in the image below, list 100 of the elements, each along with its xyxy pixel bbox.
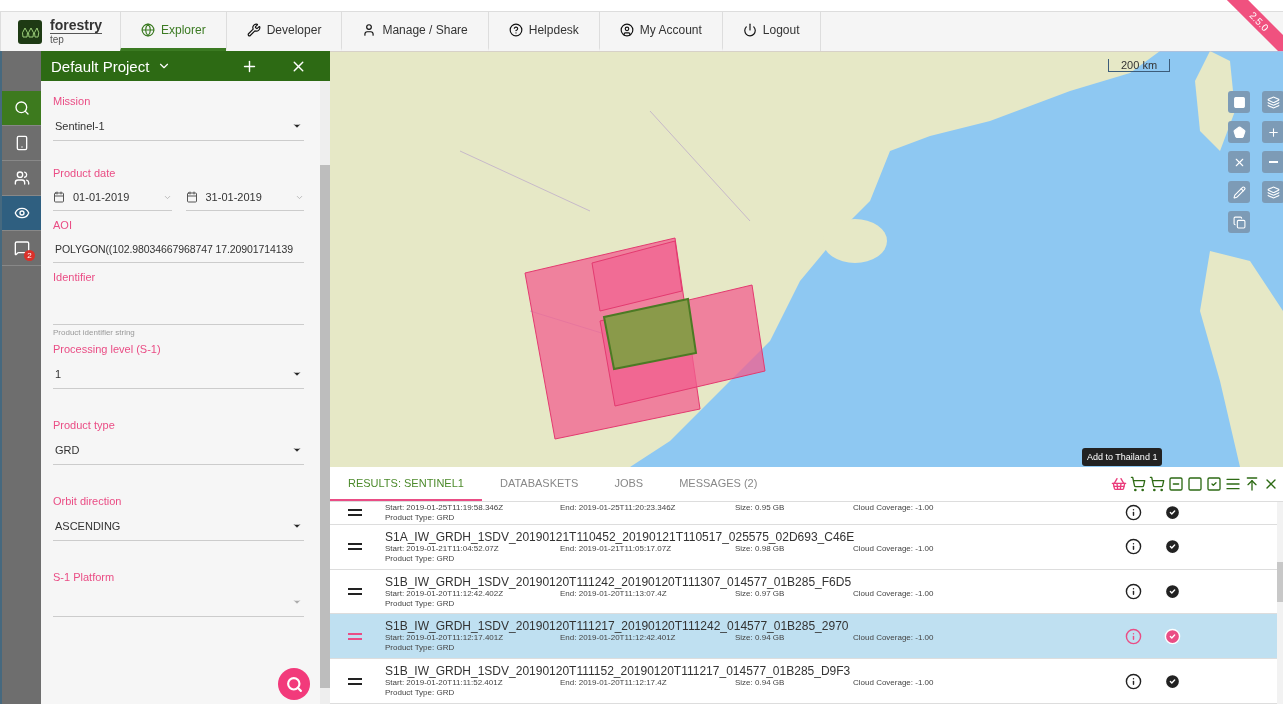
field-label: Product type: [53, 419, 116, 431]
minus-square-icon: [1168, 476, 1184, 492]
file-size: Size: 0.98 GB: [735, 543, 785, 554]
file-size: Size: 0.94 GB: [735, 678, 786, 689]
check-icon[interactable]: [1164, 627, 1181, 645]
map-tool-button[interactable]: [1262, 181, 1283, 203]
field-label: Identifier: [53, 271, 97, 283]
cart-add-button[interactable]: [1149, 476, 1165, 492]
end-time: End: 2019-01-21T11:05:17.07Z: [560, 543, 672, 554]
start-time: Start: 2019-01-21T11:04:52.07Z: [385, 543, 499, 554]
arrow-up-icon: [1244, 476, 1260, 492]
drag-handle-icon[interactable]: [348, 677, 362, 685]
nav-tab[interactable]: My Account: [598, 12, 722, 51]
check-icon[interactable]: [1164, 538, 1181, 556]
lines-icon: [1225, 476, 1241, 492]
info-icon[interactable]: [1125, 504, 1142, 522]
list-button[interactable]: [1225, 476, 1241, 492]
square-icon: [1187, 476, 1203, 492]
rail-button[interactable]: [2, 196, 41, 231]
layers-icon: [1266, 95, 1280, 109]
map-tool-button[interactable]: [1228, 121, 1250, 143]
drag-handle-icon[interactable]: [348, 509, 362, 517]
start-time: Start: 2019-01-25T11:19:58.346Z: [385, 502, 505, 513]
results-tab[interactable]: JOBS: [596, 467, 662, 501]
info-icon[interactable]: [1125, 583, 1142, 601]
caret-icon: [292, 521, 302, 531]
select-field[interactable]: ASCENDING: [53, 515, 304, 541]
result-row[interactable]: S1B_IW_GRDH_1SDV_20190120T111217_20190120T111242_014577_01B285_2970 Start: 2019-01-20T11:12:17.401Z End: 2019-01-20T11:12:42.401Z Size: 0.94 GB Cloud Coverage: -1.00 Product Type: GRD: [330, 614, 1277, 660]
text-field[interactable]: POLYGON((102.98034667968747 17.20901714139: [53, 239, 304, 263]
select-field[interactable]: Sentinel-1: [53, 115, 304, 141]
field-label: Product date: [53, 167, 117, 179]
project-title: Default Project: [51, 57, 150, 75]
end-time: End: 2019-01-20T11:13:07.4Z: [560, 588, 667, 599]
deselect-button[interactable]: [1168, 476, 1184, 492]
select-field[interactable]: GRD: [53, 439, 304, 465]
field-label: Orbit direction: [53, 495, 123, 507]
product-title: S1B_IW_GRDH_1SDV_20190120T111217_20190120T111242_014577_01B285_2970: [385, 619, 850, 634]
account-icon: [619, 23, 634, 37]
help-icon: [508, 23, 523, 37]
map-tool-button[interactable]: [1228, 181, 1250, 203]
scrollbar[interactable]: [320, 81, 330, 704]
footprints-drawing[interactable]: [524, 237, 766, 440]
nav-tab[interactable]: Manage / Share: [341, 12, 488, 51]
logo-subtitle: tep: [50, 35, 65, 45]
product-type: Product Type: GRD: [385, 553, 456, 564]
checked-square-icon: [1206, 476, 1222, 492]
info-icon[interactable]: [1125, 672, 1142, 690]
end-time: End: 2019-01-20T11:12:17.4Z: [560, 678, 668, 689]
cart-icon: [1149, 476, 1165, 492]
search-icon: [13, 100, 30, 116]
check-icon[interactable]: [1164, 583, 1181, 601]
file-size: Size: 0.97 GB: [735, 588, 785, 599]
start-time: Start: 2019-01-20T11:11:52.401Z: [385, 678, 504, 689]
map-tool-button[interactable]: [1228, 91, 1250, 113]
result-row[interactable]: Start: 2019-01-25T11:19:58.346Z End: 2019-01-25T11:20:23.346Z Size: 0.95 GB Cloud Coverage: -1.00 Product Type: GRD: [330, 502, 1277, 525]
globe-icon: [141, 23, 155, 37]
cloud-coverage: Cloud Coverage: -1.00: [853, 543, 935, 554]
logo-name: forestry: [50, 18, 103, 34]
maximize-button[interactable]: [1244, 476, 1260, 492]
check-icon[interactable]: [1164, 672, 1181, 690]
cloud-coverage: Cloud Coverage: -1.00: [853, 633, 935, 644]
product-type: Product Type: GRD: [385, 643, 456, 654]
info-icon[interactable]: [1125, 538, 1142, 556]
results-tab[interactable]: MESSAGES (2): [661, 467, 776, 501]
product-type: Product Type: GRD: [385, 688, 456, 699]
minus-icon: [1268, 161, 1278, 163]
date-field[interactable]: 31-01-2019: [185, 187, 304, 211]
nav-tab[interactable]: Logout: [721, 12, 820, 51]
drag-handle-icon[interactable]: [348, 543, 362, 551]
select-field[interactable]: 1: [53, 363, 304, 389]
search-button[interactable]: [278, 668, 310, 700]
map-tool-button[interactable]: [1262, 121, 1283, 143]
select-none-button[interactable]: [1187, 476, 1203, 492]
product-type: Product Type: GRD: [385, 512, 456, 523]
map-tool-button[interactable]: [1262, 151, 1283, 173]
results-tab[interactable]: DATABASKETS: [481, 467, 597, 501]
check-icon[interactable]: [1164, 504, 1181, 522]
cloud-coverage: Cloud Coverage: -1.00: [853, 588, 935, 599]
cart-icon: [1130, 476, 1146, 492]
drag-handle-icon[interactable]: [348, 632, 362, 640]
select-all-button[interactable]: [1206, 476, 1222, 492]
rail-button[interactable]: [2, 91, 41, 126]
copy-icon: [1232, 215, 1246, 229]
cart-button[interactable]: [1130, 476, 1146, 492]
drag-handle-icon[interactable]: [348, 588, 362, 596]
eye-icon: [13, 205, 30, 221]
field-label: S-1 Platform: [53, 571, 116, 583]
date-field[interactable]: 01-01-2019: [53, 187, 172, 211]
map-tool-button[interactable]: [1228, 151, 1250, 173]
tooltip: Add to Thailand 1: [1082, 448, 1163, 466]
map-tool-button[interactable]: [1262, 91, 1283, 113]
basket-button[interactable]: [1111, 476, 1127, 492]
calendar-icon: [185, 191, 198, 203]
rectangle-icon: [1232, 95, 1246, 109]
logo-icon: [18, 19, 42, 44]
nav-tab[interactable]: Helpdesk: [487, 12, 599, 51]
map-tool-button[interactable]: [1228, 211, 1250, 233]
polygon-icon: [1232, 125, 1246, 139]
file-size: Size: 0.95 GB: [735, 502, 786, 513]
scrollbar[interactable]: [1277, 502, 1283, 704]
